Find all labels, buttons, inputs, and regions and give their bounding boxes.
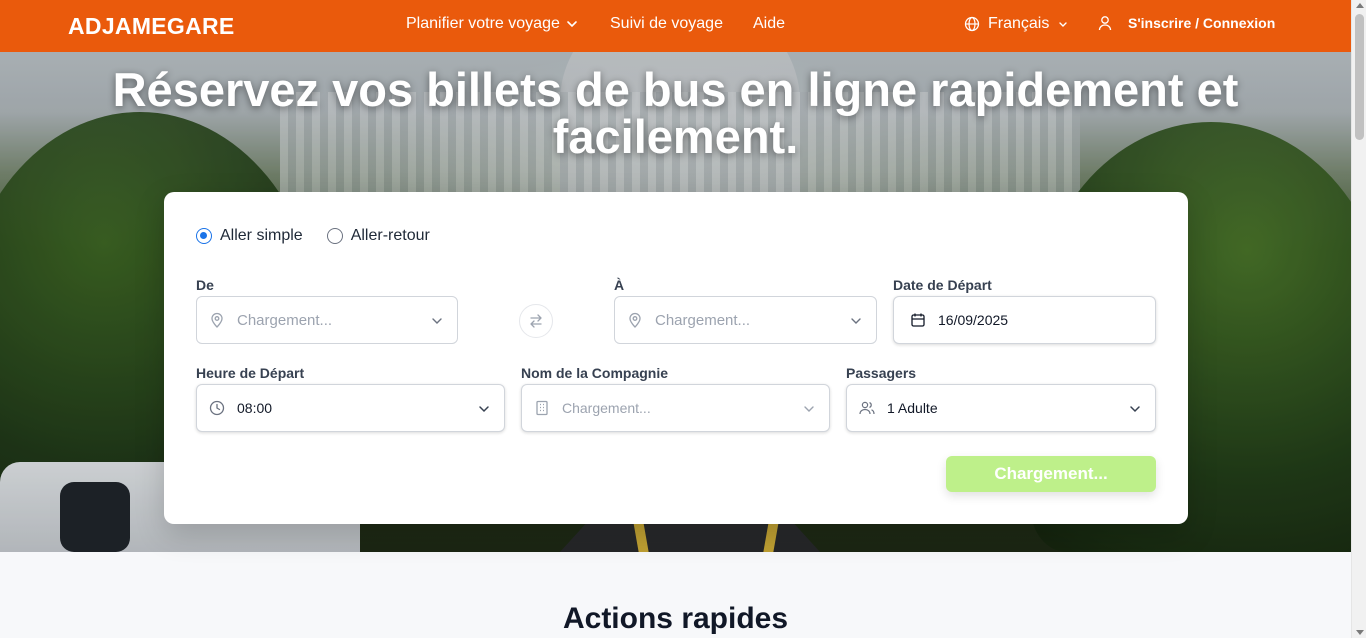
search-card: Aller simple Aller-retour De Chargement.… xyxy=(164,192,1188,524)
passengers-select[interactable]: 1 Adulte xyxy=(846,384,1156,432)
radio-empty-icon xyxy=(326,228,343,244)
chevron-down-icon xyxy=(804,406,814,412)
passengers-value: 1 Adulte xyxy=(887,400,938,416)
chevron-down-icon xyxy=(851,318,861,324)
nav-help-label: Aide xyxy=(753,15,786,32)
chevron-down-icon xyxy=(1059,22,1068,27)
quick-actions-title: Actions rapides xyxy=(562,602,789,635)
top-navbar: ADJAMEGARE Planifier votre voyage Suivi … xyxy=(0,0,1351,52)
company-select[interactable]: Chargement... xyxy=(521,384,830,432)
trip-type-round-trip-label: Aller-retour xyxy=(350,227,430,244)
users-icon xyxy=(859,401,875,415)
language-selector[interactable]: Français xyxy=(964,15,1069,33)
building-icon xyxy=(536,400,548,416)
scroll-up-icon[interactable] xyxy=(1356,3,1364,8)
user-icon xyxy=(1098,16,1112,31)
to-select[interactable]: Chargement... xyxy=(614,296,877,344)
nav-plan-trip[interactable]: Planifier votre voyage xyxy=(406,15,578,33)
trip-type-group: Aller simple Aller-retour xyxy=(196,227,430,245)
clock-icon xyxy=(209,400,225,416)
to-label: À xyxy=(614,277,625,293)
hero-title: Réservez vos billets de bus en ligne rap… xyxy=(112,63,1239,163)
nav-plan-trip-label: Planifier votre voyage xyxy=(406,15,560,32)
radio-selected-icon xyxy=(196,228,212,244)
chevron-down-icon xyxy=(479,406,489,413)
departure-time-select[interactable]: 08:00 xyxy=(196,384,505,432)
swap-button[interactable] xyxy=(519,304,553,338)
calendar-icon xyxy=(911,313,925,327)
auth-label: S'inscrire / Connexion xyxy=(1128,15,1276,31)
scroll-down-icon[interactable] xyxy=(1356,630,1364,635)
departure-time-value: 08:00 xyxy=(237,400,273,416)
nav-help[interactable]: Aide xyxy=(753,15,785,33)
nav-trip-tracking-label: Suivi de voyage xyxy=(610,15,723,32)
from-label: De xyxy=(196,277,214,293)
site-logo[interactable]: ADJAMEGARE xyxy=(68,13,235,40)
chevron-down-icon xyxy=(432,318,442,324)
map-pin-icon xyxy=(211,312,223,328)
from-placeholder: Chargement... xyxy=(237,311,333,329)
chevron-down-icon xyxy=(1130,406,1140,413)
departure-date-input[interactable]: 16/09/2025 xyxy=(893,296,1156,344)
from-select[interactable]: Chargement... xyxy=(196,296,458,344)
swap-icon xyxy=(530,314,542,328)
nav-trip-tracking[interactable]: Suivi de voyage xyxy=(610,15,723,33)
departure-time-label: Heure de Départ xyxy=(196,365,305,381)
company-placeholder: Chargement... xyxy=(562,400,651,416)
map-pin-icon xyxy=(629,312,641,328)
search-submit-button[interactable]: Chargement... xyxy=(946,456,1156,492)
trip-type-one-way[interactable]: Aller simple xyxy=(196,227,303,245)
language-label: Français xyxy=(988,15,1050,32)
trip-type-one-way-label: Aller simple xyxy=(220,227,303,244)
passengers-label: Passagers xyxy=(846,365,917,381)
departure-date-value: 16/09/2025 xyxy=(938,312,1009,328)
to-placeholder: Chargement... xyxy=(655,311,751,329)
globe-icon xyxy=(964,16,980,32)
page-scrollbar[interactable] xyxy=(1351,0,1366,638)
auth-link[interactable]: S'inscrire / Connexion xyxy=(1098,15,1275,31)
company-label: Nom de la Compagnie xyxy=(521,365,669,381)
departure-date-label: Date de Départ xyxy=(893,277,992,293)
scrollbar-thumb[interactable] xyxy=(1355,14,1364,140)
trip-type-round-trip[interactable]: Aller-retour xyxy=(326,227,430,245)
chevron-down-icon xyxy=(567,21,577,28)
